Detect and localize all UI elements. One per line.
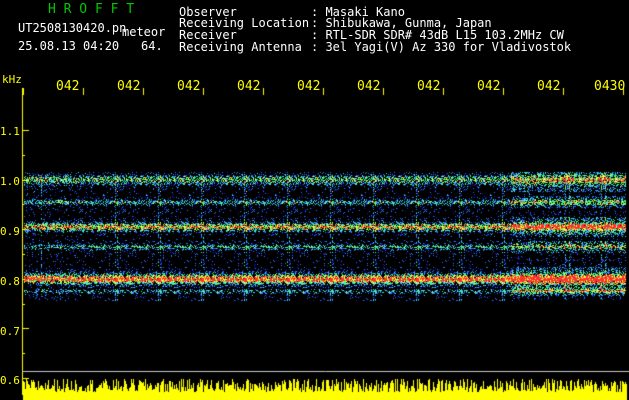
- x-tick: 042: [357, 79, 381, 94]
- mode-label: meteor: [122, 25, 166, 39]
- header-panel: H R O F F T UT2508130420.pn meteor 25.08…: [0, 0, 629, 75]
- antenna-label: Receiving Antenna: [179, 40, 302, 54]
- antenna-value: : 3el Yagi(V) Az 330 for Vladivostok: [311, 40, 572, 54]
- x-tick: 042: [537, 79, 561, 94]
- y-tick: 0.6: [0, 374, 20, 387]
- datetime-label: 25.08.13 04:20: [18, 39, 120, 53]
- x-tick: 0430: [594, 79, 626, 94]
- y-tick: 0.9: [0, 225, 20, 238]
- filename-label: UT2508130420.pn: [18, 21, 127, 35]
- x-tick: 042: [297, 79, 321, 94]
- y-tick: 1.1: [0, 125, 20, 138]
- app-title: H R O F F T: [48, 2, 135, 17]
- y-tick: 1.0: [0, 175, 20, 188]
- x-tick: 042: [417, 79, 441, 94]
- x-tick: 042: [237, 79, 261, 94]
- x-tick: 042: [477, 79, 501, 94]
- x-tick: 042: [177, 79, 201, 94]
- count-label: 64.: [141, 39, 163, 53]
- y-tick: 0.8: [0, 275, 20, 288]
- y-tick: 0.7: [0, 325, 20, 338]
- x-tick: 042: [56, 79, 80, 94]
- axis-unit-label: kHz: [2, 73, 22, 86]
- x-tick: 042: [117, 79, 141, 94]
